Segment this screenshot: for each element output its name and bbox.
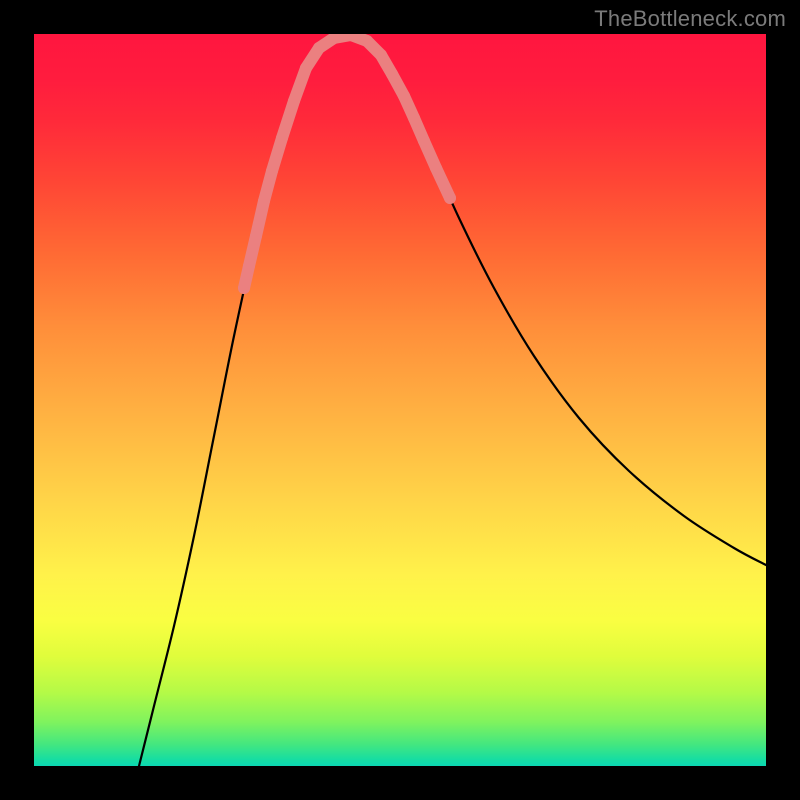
curve-line <box>139 35 766 766</box>
watermark-text: TheBottleneck.com <box>594 6 786 32</box>
marker-endcap <box>238 282 250 294</box>
marker-endcap <box>444 192 456 204</box>
bottleneck-curve <box>139 35 766 766</box>
chart-frame: TheBottleneck.com <box>0 0 800 800</box>
chart-svg <box>34 34 766 766</box>
plot-area <box>34 34 766 766</box>
highlight-markers <box>238 35 456 294</box>
